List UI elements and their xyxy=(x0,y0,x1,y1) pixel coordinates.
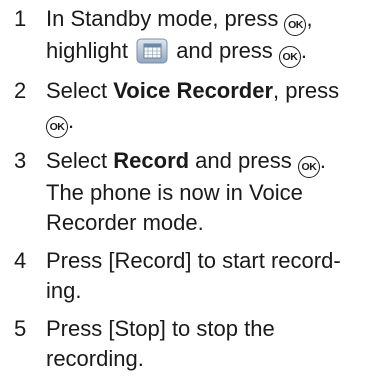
step-text: , press xyxy=(273,78,340,103)
step-text: Select xyxy=(46,148,114,173)
step-4: 4 Press [Record] to start record- ing. xyxy=(0,246,366,306)
step-line: The phone is now in Voice xyxy=(46,180,303,205)
step-line: Press [Record] to start record- xyxy=(46,248,341,273)
step-5: 5 Press [Stop] to stop the recording. xyxy=(0,314,366,374)
step-line: highlight and press OK. xyxy=(46,36,358,68)
step-text: . xyxy=(68,108,75,133)
step-text: , xyxy=(306,6,313,31)
menu-option-name: Voice Recorder xyxy=(113,78,274,103)
step-text: In Standby mode, press xyxy=(46,6,285,31)
step-line: recording. xyxy=(46,346,144,371)
menu-option-name: Record xyxy=(113,148,190,173)
step-number: 1 xyxy=(14,6,27,31)
ok-key-icon: OK xyxy=(297,156,320,178)
step-line: ing. xyxy=(46,278,82,303)
step-number: 3 xyxy=(14,148,27,173)
step-line: Select Record and press OK. xyxy=(46,146,358,178)
step-text: highlight xyxy=(46,38,135,63)
step-text: Select xyxy=(46,78,114,103)
step-text: and press xyxy=(170,38,279,63)
step-line: Recorder mode. xyxy=(46,210,204,235)
instruction-steps: 1 In Standby mode, press OK, highlight a… xyxy=(0,4,366,382)
step-text: . xyxy=(319,148,327,173)
step-text: and press xyxy=(189,148,298,173)
step-number: 4 xyxy=(14,248,27,273)
step-3: 3 Select Record and press OK. The phone … xyxy=(0,146,366,238)
step-text: . xyxy=(300,38,308,63)
step-line: In Standby mode, press OK, xyxy=(46,4,358,36)
ok-key-icon: OK xyxy=(278,46,301,68)
organizer-menu-icon xyxy=(136,38,168,64)
step-line: OK. xyxy=(46,106,358,138)
ok-key-icon: OK xyxy=(46,116,68,138)
step-line: Select Voice Recorder, press xyxy=(46,76,358,106)
ok-key-icon: OK xyxy=(284,14,307,36)
step-2: 2 Select Voice Recorder, press OK. xyxy=(0,76,366,138)
step-1: 1 In Standby mode, press OK, highlight a… xyxy=(0,4,366,68)
step-number: 2 xyxy=(14,78,27,103)
